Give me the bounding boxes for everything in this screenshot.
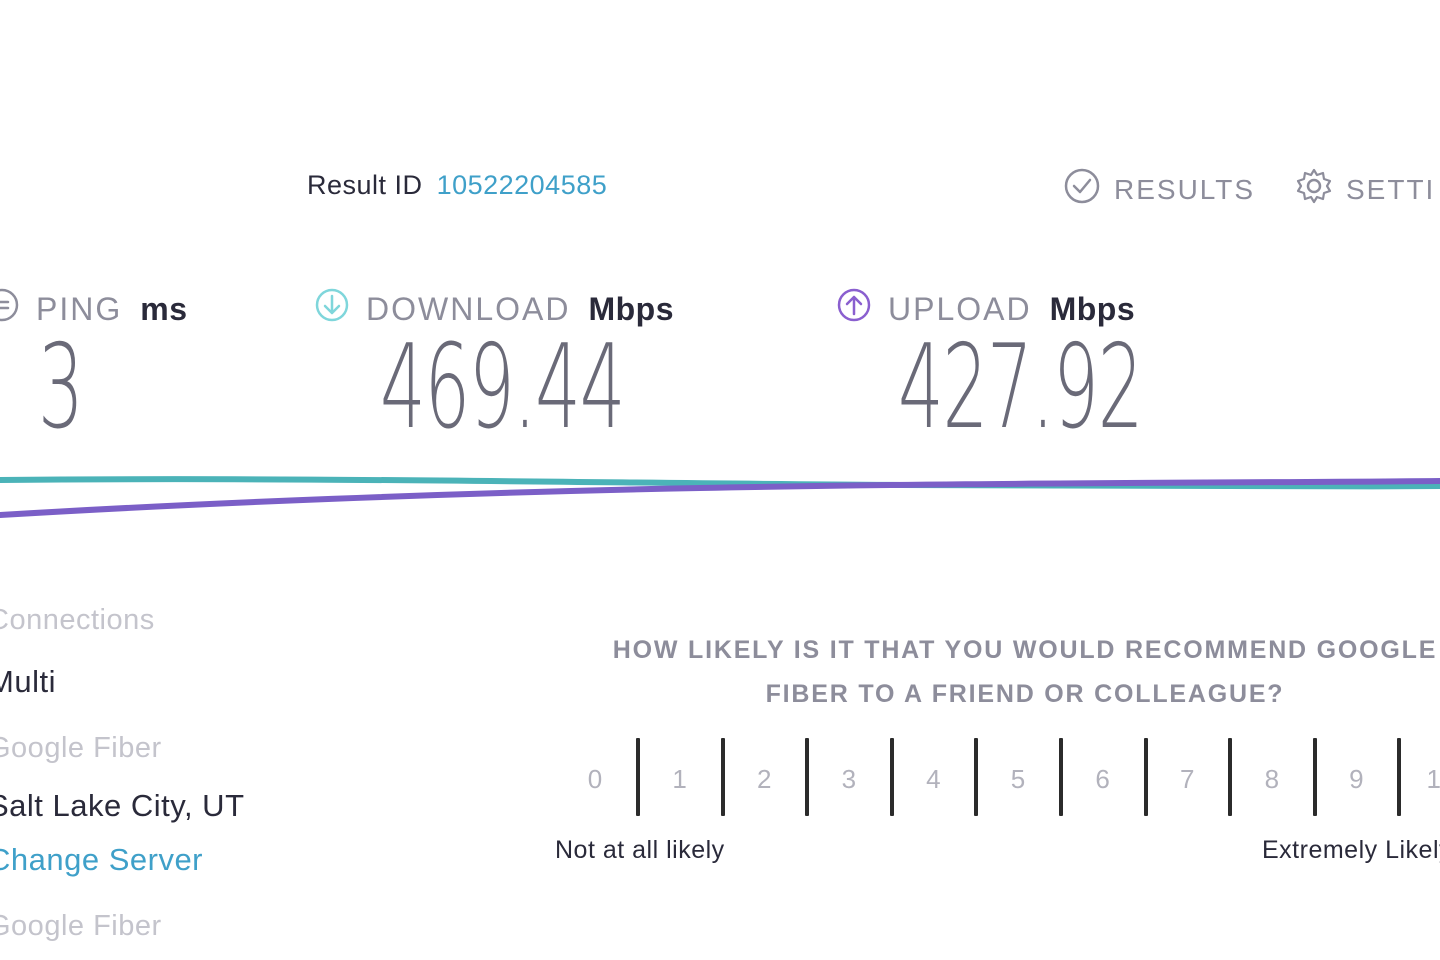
result-id-link[interactable]: 10522204585 xyxy=(437,170,608,200)
results-nav-label: RESULTS xyxy=(1114,173,1256,205)
scale-divider xyxy=(1143,738,1148,816)
download-arrow-icon xyxy=(312,285,352,333)
scale-divider xyxy=(1312,738,1317,816)
change-server-link[interactable]: Change Server xyxy=(0,842,203,878)
connections-label: Connections xyxy=(0,604,155,636)
rating-scale: 0 1 2 3 4 5 6 7 8 9 10 xyxy=(0,738,1440,818)
scale-divider xyxy=(889,738,894,816)
results-nav-button[interactable]: RESULTS xyxy=(1062,166,1255,213)
rating-option-3[interactable]: 3 xyxy=(829,764,869,795)
rating-option-8[interactable]: 8 xyxy=(1252,764,1292,795)
survey-question-line2: FIBER TO A FRIEND OR COLLEAGUE? xyxy=(765,680,1285,708)
upload-value: 427.92 xyxy=(898,320,1143,455)
scale-divider xyxy=(974,738,979,816)
rating-option-4[interactable]: 4 xyxy=(913,764,953,795)
scale-divider xyxy=(1228,738,1233,816)
rating-option-2[interactable]: 2 xyxy=(744,764,784,795)
scale-divider xyxy=(636,738,640,816)
ping-header: PING ms xyxy=(0,285,187,333)
rating-option-5[interactable]: 5 xyxy=(998,764,1038,795)
result-id-label: Result ID xyxy=(307,170,423,200)
connections-value[interactable]: Multi xyxy=(0,664,56,700)
result-id: Result ID 10522204585 xyxy=(307,170,607,201)
scale-divider xyxy=(1059,738,1063,816)
survey-question: HOW LIKELY IS IT THAT YOU WOULD RECOMMEN… xyxy=(555,628,1440,716)
ping-value: 3 xyxy=(38,320,84,455)
gear-icon xyxy=(1294,166,1334,213)
upload-arrow-icon xyxy=(834,285,874,333)
rating-option-6[interactable]: 6 xyxy=(1083,764,1123,795)
rating-option-1[interactable]: 1 xyxy=(660,764,700,795)
scale-low-label: Not at all likely xyxy=(555,836,725,864)
ping-unit: ms xyxy=(140,290,188,327)
rating-option-0[interactable]: 0 xyxy=(575,764,615,795)
ping-icon xyxy=(0,285,22,333)
host-name: Google Fiber xyxy=(0,910,162,942)
scale-high-label: Extremely Likely xyxy=(1262,836,1440,864)
settings-nav-label: SETTI xyxy=(1346,173,1436,205)
rating-option-9[interactable]: 9 xyxy=(1336,764,1376,795)
speedtest-results-page: Result ID 10522204585 RESULTS SETTI PING… xyxy=(0,0,1440,960)
scale-divider xyxy=(1397,738,1402,816)
rating-option-7[interactable]: 7 xyxy=(1167,764,1207,795)
speed-graph xyxy=(0,476,1440,518)
check-circle-icon xyxy=(1062,166,1102,213)
download-value: 469.44 xyxy=(380,320,625,455)
rating-option-10[interactable]: 10 xyxy=(1421,764,1440,795)
settings-nav-button[interactable]: SETTI xyxy=(1294,166,1435,213)
scale-divider xyxy=(805,738,810,816)
scale-divider xyxy=(720,738,725,816)
survey-question-line1: HOW LIKELY IS IT THAT YOU WOULD RECOMMEN… xyxy=(612,636,1438,664)
